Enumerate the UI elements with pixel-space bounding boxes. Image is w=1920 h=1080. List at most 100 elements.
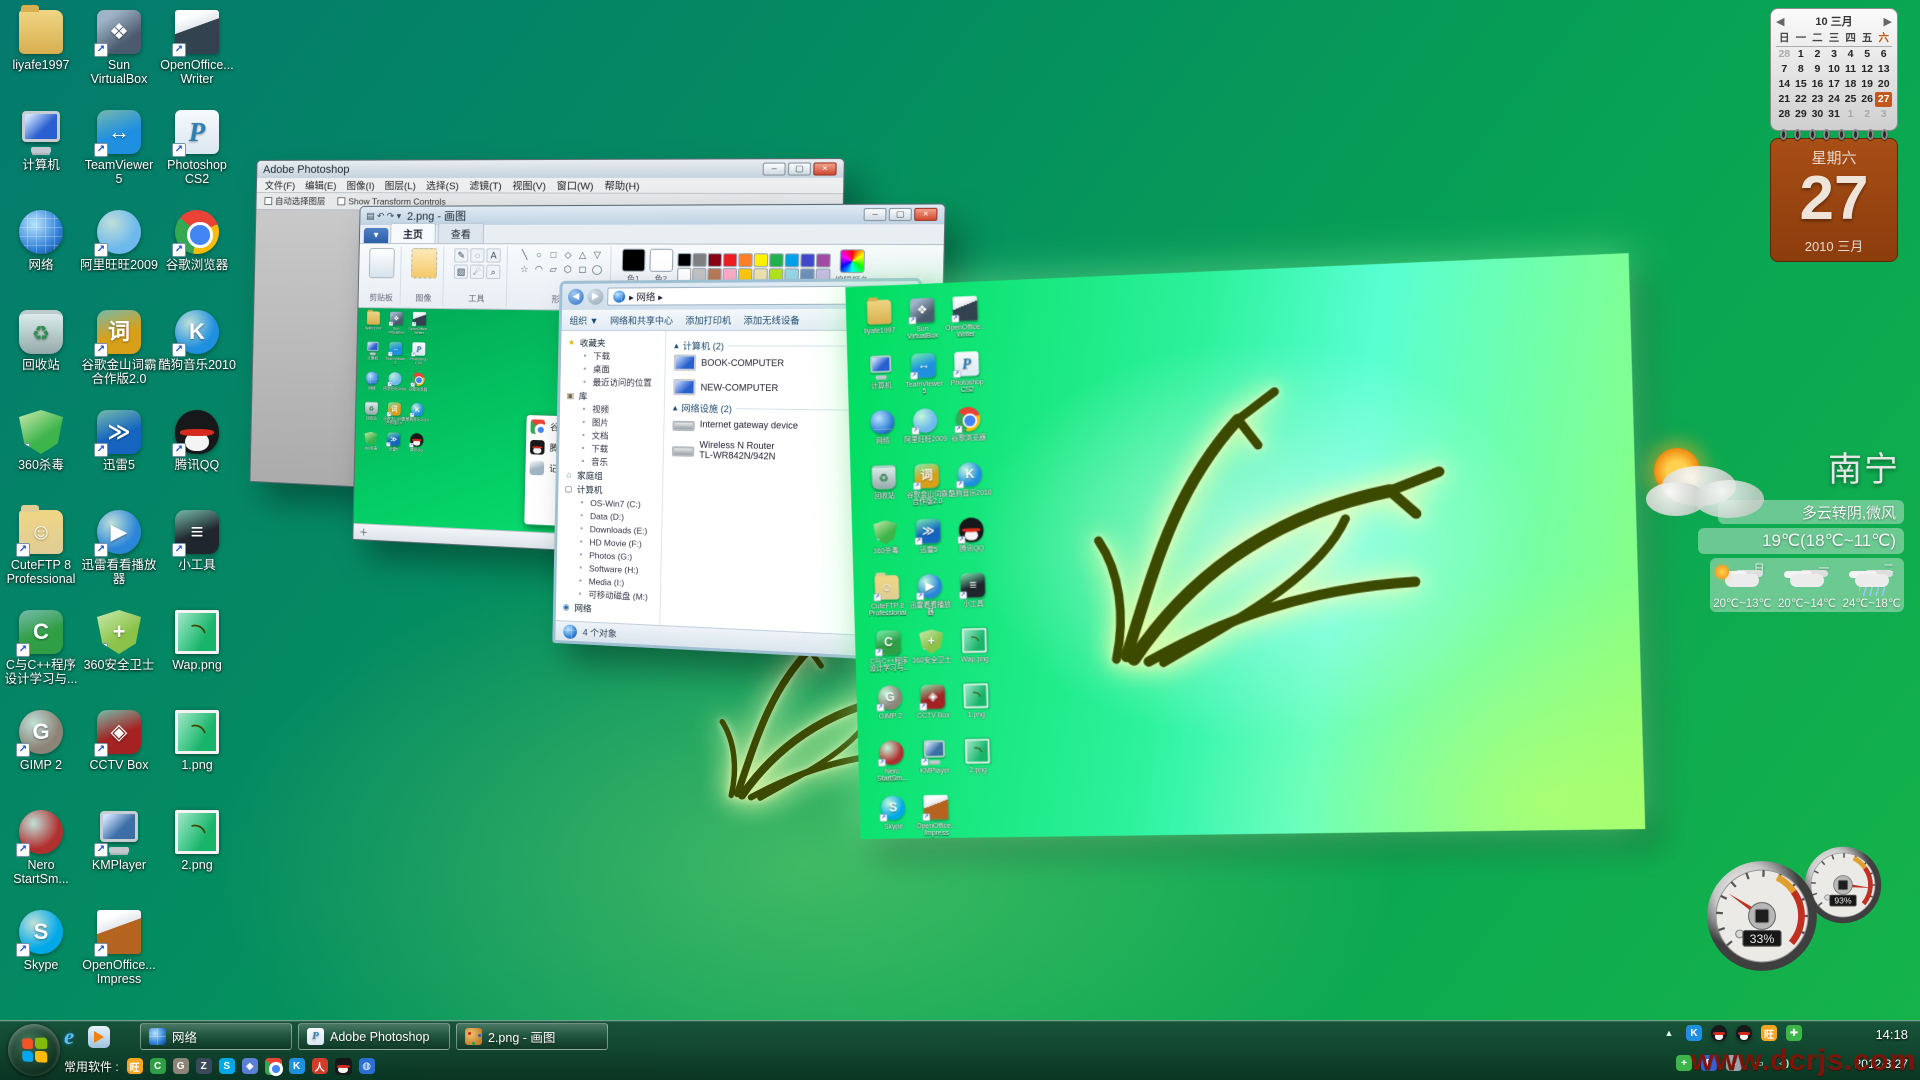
calendar-day-cell[interactable]: 13 (1875, 62, 1892, 77)
tool-button[interactable]: ◌ (470, 248, 484, 262)
palette-color[interactable] (785, 253, 800, 267)
calendar-day-cell[interactable]: 25 (1842, 92, 1859, 107)
wangwang-icon[interactable]: 旺 (127, 1058, 143, 1074)
calendar-next-icon[interactable]: ▶ (1884, 15, 1892, 28)
toolbar-item[interactable]: 添加打印机 (685, 313, 731, 326)
calendar-day-cell[interactable]: 29 (1793, 107, 1810, 122)
toolbar-item[interactable]: 组织 ▼ (569, 313, 598, 326)
menu-item[interactable]: 图层(L) (385, 178, 417, 192)
desktop-icon[interactable]: OpenOffice... Writer (407, 311, 431, 342)
menu-item[interactable]: 文件(F) (265, 178, 296, 192)
cpu-meter-gadget[interactable]: 93% 33% (1700, 832, 1910, 1002)
kugou-icon[interactable]: K (1686, 1025, 1702, 1041)
calendar-day-cell[interactable]: 28 (1776, 47, 1793, 62)
tray-clock[interactable]: 14:18 (1875, 1027, 1908, 1042)
calendar-day-cell[interactable]: 1 (1842, 107, 1859, 122)
desktop-icon[interactable]: ❖Sun VirtualBox (384, 310, 408, 341)
desktop-icon[interactable]: ≫迅雷5 (80, 406, 158, 506)
desktop-icon[interactable]: GGIMP 2 (2, 706, 80, 806)
desktop-icon[interactable]: 腾讯QQ (158, 406, 236, 506)
shape-button[interactable]: △ (576, 249, 590, 263)
gimp-icon[interactable]: G (173, 1058, 189, 1074)
desktop-icon[interactable]: 词谷歌金山词霸 合作版2.0 (80, 306, 158, 406)
calendar-day-cell[interactable]: 1 (1793, 47, 1810, 62)
calendar-prev-icon[interactable]: ◀ (1776, 15, 1784, 28)
calendar-day-cell[interactable]: 28 (1776, 107, 1793, 122)
menu-item[interactable]: 窗口(W) (556, 178, 593, 193)
menu-item[interactable]: 视图(V) (512, 178, 546, 193)
calendar-day-cell[interactable]: 5 (1859, 47, 1876, 62)
calendar-day-cell[interactable]: 20 (1875, 77, 1892, 92)
desktop-icon[interactable]: ❖Sun VirtualBox (900, 295, 944, 352)
maximize-button[interactable]: ▢ (889, 208, 912, 221)
desktop-icon[interactable]: ♻回收站 (2, 306, 80, 406)
tab-view[interactable]: 查看 (438, 223, 485, 243)
shape-button[interactable]: □ (547, 248, 561, 261)
flip3d-desktop-card[interactable]: liyafe1997❖Sun VirtualBoxOpenOffice... W… (845, 253, 1645, 839)
palette-color[interactable] (723, 253, 738, 267)
calendar-day-cell[interactable]: 9 (1809, 62, 1826, 77)
desktop-icon[interactable]: GGIMP 2 (868, 683, 912, 739)
quick-access-toolbar[interactable]: ▤ ↶ ↷ ▾ (366, 210, 401, 221)
desktop-icon[interactable]: OpenOffice... Writer (943, 293, 988, 350)
desktop-icon[interactable]: SSkype (871, 793, 915, 849)
desktop-icon[interactable]: 腾讯QQ (405, 432, 429, 463)
desktop-icon[interactable]: ☺CuteFTP 8 Professional (2, 506, 80, 606)
qq-icon[interactable] (335, 1058, 352, 1075)
desktop-icon[interactable]: 360杀毒 (359, 430, 382, 461)
calendar-day-cell[interactable]: 22 (1793, 92, 1810, 107)
shape-button[interactable]: ╲ (518, 248, 532, 261)
palette-color[interactable] (816, 253, 831, 267)
calendar-day-cell[interactable]: 30 (1809, 107, 1826, 122)
desktop-icon[interactable]: ≫迅雷5 (906, 516, 950, 572)
desktop-icon[interactable]: PPhotoshop CS2 (407, 341, 431, 372)
desktop-icon[interactable]: 网络 (861, 407, 905, 464)
desktop-icon[interactable]: 2.png (955, 736, 1000, 792)
collapse-icon[interactable]: ▴ (673, 402, 678, 413)
select-button[interactable] (411, 248, 437, 278)
color1-swatch[interactable]: 色1 (621, 249, 645, 285)
desktop-icon[interactable]: ☺CuteFTP 8 Professional (865, 572, 909, 628)
desktop-icon[interactable]: +360安全卫士 (909, 627, 953, 683)
calendar-day-cell[interactable]: 12 (1859, 62, 1876, 77)
writer-icon[interactable]: Z (196, 1058, 212, 1074)
menu-item[interactable]: 选择(S) (426, 178, 459, 192)
sidebar-item[interactable]: ▪桌面 (567, 362, 665, 376)
360-shield-icon[interactable]: ◆ (242, 1058, 258, 1074)
calendar-day-cell[interactable]: 11 (1842, 62, 1859, 77)
360-safe-icon[interactable]: ✚ (1786, 1025, 1802, 1041)
menu-item[interactable]: 滤镜(T) (469, 178, 502, 193)
shape-button[interactable]: ○ (532, 248, 546, 261)
desktop-icon[interactable]: KMPlayer (80, 806, 158, 906)
toolbar-item[interactable]: 网络和共享中心 (610, 313, 673, 326)
tool-button[interactable]: ⌕ (486, 265, 501, 279)
tool-button[interactable]: A (486, 248, 501, 262)
desktop-icon[interactable]: K酷狗音乐2010 (948, 459, 993, 516)
maximize-button[interactable]: ▢ (788, 162, 811, 175)
desktop-icon[interactable]: ◈CCTV Box (911, 682, 955, 738)
desktop-icon[interactable]: PPhotoshop CS2 (945, 349, 990, 406)
calendar-day-cell[interactable]: 18 (1842, 77, 1859, 92)
desktop-icon[interactable]: 1.png (158, 706, 236, 806)
desktop-icon[interactable]: ◈CCTV Box (80, 706, 158, 806)
sidebar-item[interactable]: ▪下载 (567, 349, 665, 363)
calendar-day-cell[interactable]: 16 (1809, 77, 1826, 92)
desktop-icon[interactable]: OpenOffice... Impress (914, 793, 958, 849)
photoshop-titlebar[interactable]: Adobe Photoshop –▢× (257, 159, 844, 178)
desktop-icon[interactable]: 网络 (360, 370, 383, 401)
minimize-button[interactable]: – (763, 162, 786, 175)
calendar-day-cell[interactable]: 24 (1826, 92, 1843, 107)
kugou-icon[interactable]: K (289, 1058, 305, 1074)
sidebar-section[interactable]: ★收藏夹 (567, 335, 665, 349)
desktop-icon[interactable]: +360安全卫士 (80, 606, 158, 706)
calendar-day-cell[interactable]: 10 (1826, 62, 1843, 77)
desktop-icon[interactable]: OpenOffice... Impress (80, 906, 158, 1006)
shape-button[interactable]: ▽ (590, 249, 604, 263)
palette-color[interactable] (677, 252, 691, 266)
palette-color[interactable] (754, 253, 769, 267)
desktop-icon[interactable]: ▶迅雷看看播放 器 (80, 506, 158, 606)
shape-button[interactable]: ◠ (532, 263, 546, 276)
desktop-icon[interactable]: ≫迅雷5 (382, 431, 406, 462)
calendar-day-cell[interactable]: 3 (1826, 47, 1843, 62)
desktop-icon[interactable]: 计算机 (361, 340, 384, 371)
